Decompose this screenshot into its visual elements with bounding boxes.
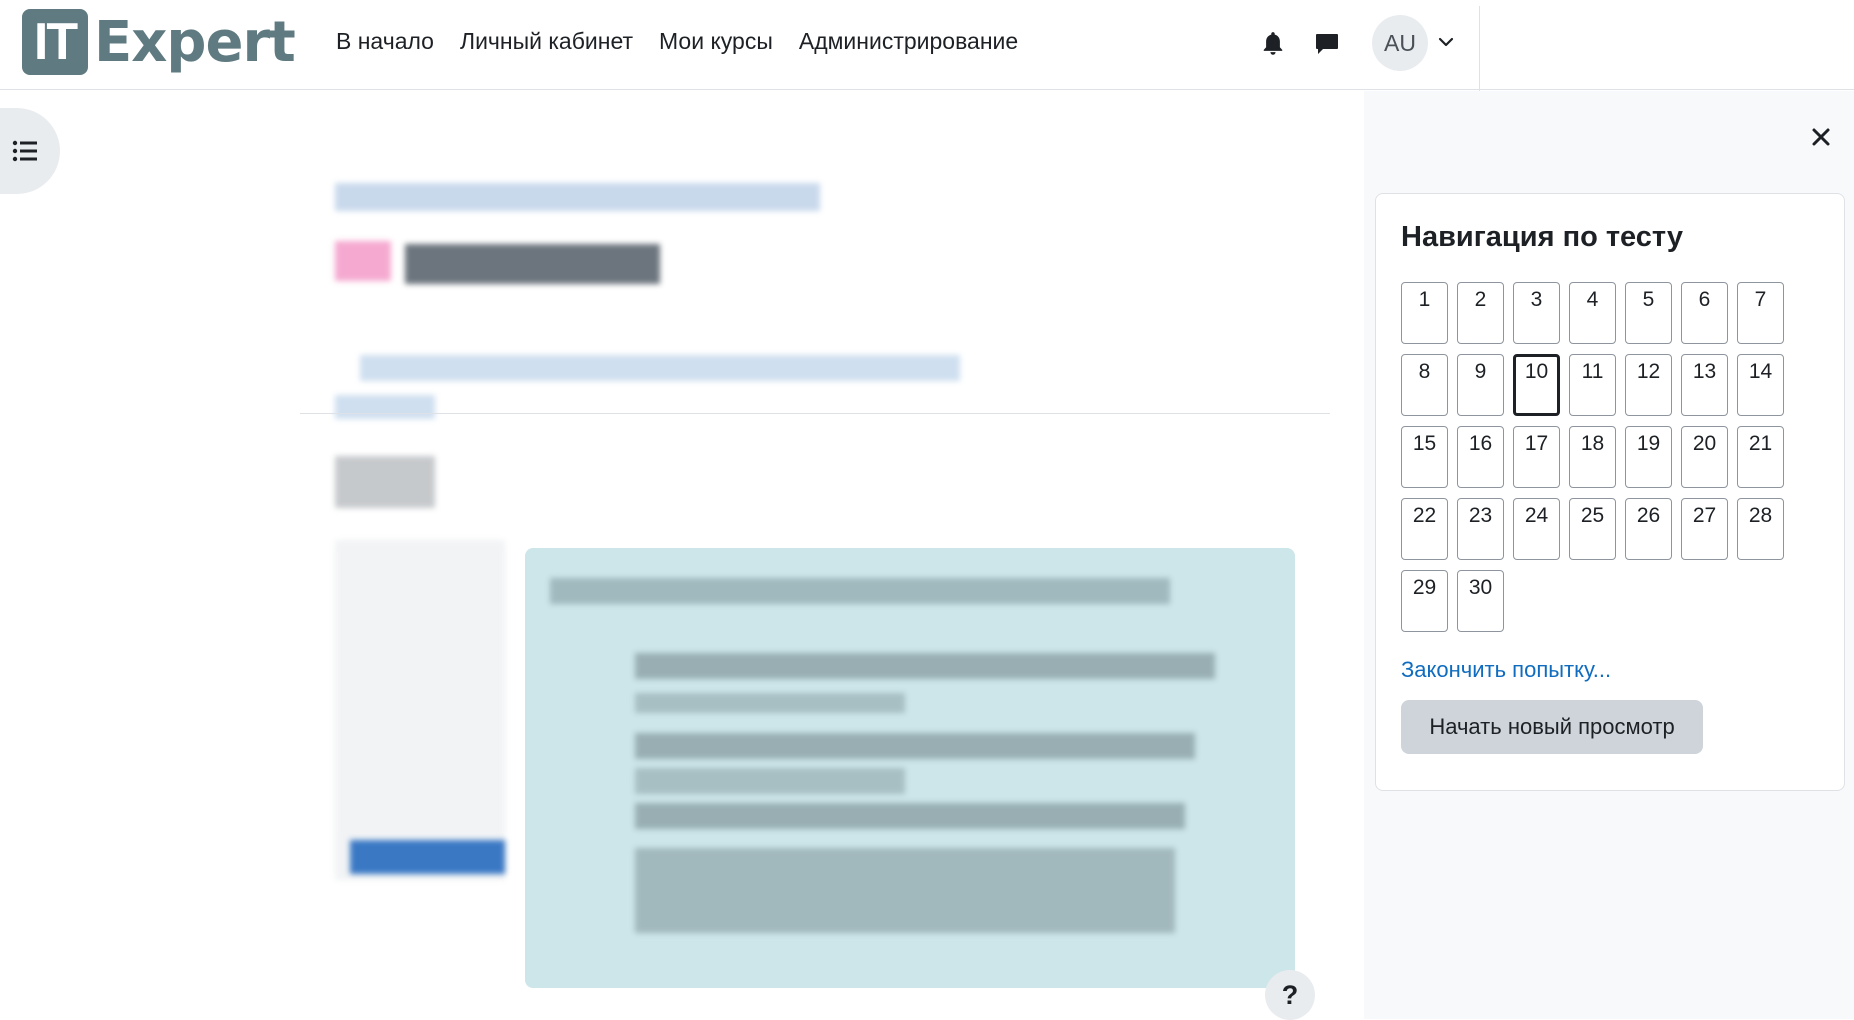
logo-it-mark: IT — [22, 9, 88, 75]
obscured-page-title — [405, 244, 660, 284]
quiz-navigation-block: Навигация по тесту 1 2 3 4 5 6 7 8 9 10 11 12 13 14 15… — [1375, 193, 1845, 791]
chat-icon[interactable] — [1314, 30, 1340, 58]
nav-link-home[interactable]: В начало — [336, 28, 434, 55]
finish-attempt-link[interactable]: Закончить попытку... — [1401, 657, 1611, 683]
course-index-toggle-button[interactable] — [0, 108, 60, 194]
question-nav-button[interactable]: 30 — [1457, 570, 1504, 632]
question-nav-button[interactable]: 28 — [1737, 498, 1784, 560]
question-nav-button[interactable]: 14 — [1737, 354, 1784, 416]
question-nav-button[interactable]: 17 — [1513, 426, 1560, 488]
question-nav-button[interactable]: 1 — [1401, 282, 1448, 344]
obscured-answer-line — [635, 848, 1175, 933]
chevron-down-icon[interactable] — [1436, 32, 1456, 52]
question-nav-button[interactable]: 4 — [1569, 282, 1616, 344]
list-icon — [12, 140, 37, 162]
start-new-preview-button[interactable]: Начать новый просмотр — [1401, 700, 1703, 754]
obscured-button — [335, 456, 435, 508]
top-navbar: IT Expert В начало Личный кабинет Мои ку… — [0, 0, 1854, 112]
question-nav-button[interactable]: 2 — [1457, 282, 1504, 344]
question-nav-button[interactable]: 19 — [1625, 426, 1672, 488]
question-nav-button[interactable]: 18 — [1569, 426, 1616, 488]
obscured-answer-line — [635, 768, 905, 794]
question-nav-button[interactable]: 20 — [1681, 426, 1728, 488]
obscured-question-text — [550, 578, 1170, 604]
question-nav-button[interactable]: 26 — [1625, 498, 1672, 560]
obscured-answer-line — [635, 733, 1195, 759]
question-nav-button[interactable]: 21 — [1737, 426, 1784, 488]
nav-link-my-courses[interactable]: Мои курсы — [659, 28, 773, 55]
obscured-answer-line — [635, 653, 1215, 679]
question-nav-button[interactable]: 25 — [1569, 498, 1616, 560]
obscured-tab-more — [335, 395, 435, 419]
nav-link-dashboard[interactable]: Личный кабинет — [460, 28, 633, 55]
obscured-main-content — [300, 160, 1330, 1019]
quiz-navigation-title: Навигация по тесту — [1401, 221, 1683, 253]
bell-icon[interactable] — [1260, 30, 1286, 58]
question-nav-button[interactable]: 13 — [1681, 354, 1728, 416]
question-nav-button[interactable]: 24 — [1513, 498, 1560, 560]
question-nav-button[interactable]: 29 — [1401, 570, 1448, 632]
question-nav-button[interactable]: 5 — [1625, 282, 1672, 344]
question-formulation-box — [525, 548, 1295, 988]
close-icon[interactable] — [1806, 122, 1836, 152]
tabs-divider — [300, 413, 1330, 414]
question-nav-button[interactable]: 27 — [1681, 498, 1728, 560]
question-nav-button[interactable]: 22 — [1401, 498, 1448, 560]
question-nav-button[interactable]: 6 — [1681, 282, 1728, 344]
question-nav-button[interactable]: 10 — [1513, 354, 1560, 416]
question-button-grid: 1 2 3 4 5 6 7 8 9 10 11 12 13 14 15 16 17 18 19 20 21 22 23 24 2… — [1401, 282, 1784, 632]
user-avatar[interactable]: AU — [1372, 15, 1428, 71]
obscured-tabs — [360, 355, 960, 381]
obscured-answer-line — [635, 803, 1185, 829]
question-nav-button[interactable]: 7 — [1737, 282, 1784, 344]
obscured-answer-line — [635, 693, 905, 713]
site-logo[interactable]: IT Expert — [22, 9, 296, 75]
nav-link-site-admin[interactable]: Администрирование — [799, 28, 1018, 55]
question-nav-button[interactable]: 16 — [1457, 426, 1504, 488]
question-nav-button[interactable]: 3 — [1513, 282, 1560, 344]
question-nav-button[interactable]: 15 — [1401, 426, 1448, 488]
obscured-breadcrumb — [335, 183, 820, 211]
help-button[interactable]: ? — [1265, 970, 1315, 1020]
question-nav-button[interactable]: 12 — [1625, 354, 1672, 416]
question-nav-button[interactable]: 11 — [1569, 354, 1616, 416]
obscured-activity-icon — [335, 241, 391, 281]
question-nav-button[interactable]: 8 — [1401, 354, 1448, 416]
primary-navigation: В начало Личный кабинет Мои курсы Админи… — [336, 28, 1018, 55]
obscured-info-link — [350, 840, 505, 874]
question-nav-button[interactable]: 9 — [1457, 354, 1504, 416]
obscured-question-info — [335, 540, 505, 880]
logo-text: Expert — [94, 9, 296, 75]
question-nav-button[interactable]: 23 — [1457, 498, 1504, 560]
